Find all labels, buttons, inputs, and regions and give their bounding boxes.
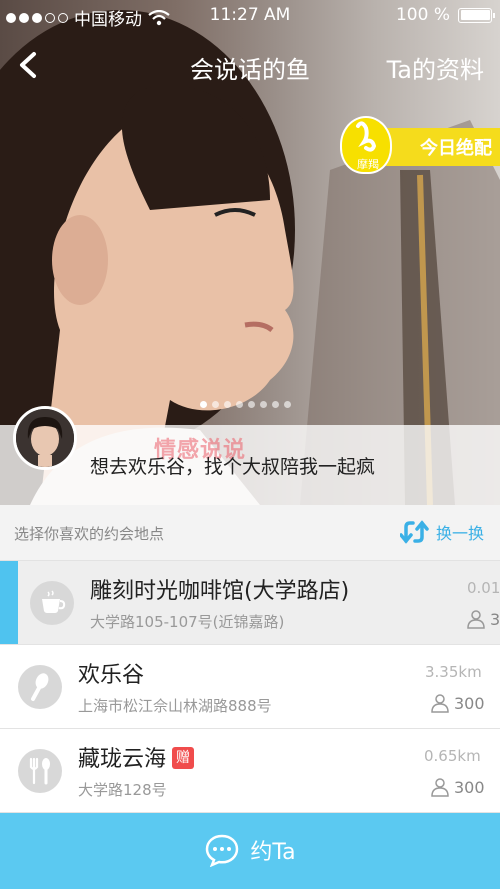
status-caption: 想去欢乐谷，找个大叔陪我一起疯 bbox=[90, 456, 376, 478]
battery-percent: 100 % bbox=[395, 5, 450, 25]
place-name: 藏珑云海赠 bbox=[78, 741, 195, 773]
today-match-label: 今日绝配 bbox=[420, 138, 492, 159]
place-item-cangl-yunhai[interactable]: 藏珑云海赠 大学路128号 0.65km 300 bbox=[0, 729, 500, 813]
zodiac-label: 摩羯 bbox=[357, 158, 379, 171]
refresh-icon bbox=[399, 520, 429, 544]
battery-icon bbox=[458, 7, 495, 23]
place-distance: 3.35km bbox=[425, 663, 482, 681]
date-ta-label: 约Ta bbox=[250, 840, 296, 865]
section-header: 选择你喜欢的约会地点 换一换 bbox=[0, 505, 500, 561]
refresh-button[interactable]: 换一换 bbox=[399, 519, 484, 545]
pager-dot[interactable] bbox=[200, 401, 207, 408]
pager-dot[interactable] bbox=[284, 401, 291, 408]
person-icon bbox=[431, 694, 449, 713]
photo-pager[interactable] bbox=[200, 401, 291, 408]
pager-dot[interactable] bbox=[260, 401, 267, 408]
avatar[interactable] bbox=[13, 406, 77, 470]
profile-link[interactable]: Ta的资料 bbox=[387, 50, 484, 85]
today-match-badge[interactable]: 今日绝配 摩羯 bbox=[338, 116, 500, 176]
pager-dot[interactable] bbox=[272, 401, 279, 408]
place-distance: 0.65km bbox=[424, 747, 481, 765]
pager-dot[interactable] bbox=[248, 401, 255, 408]
refresh-label: 换一换 bbox=[435, 524, 484, 543]
microphone-icon bbox=[18, 665, 62, 709]
chat-bubble-icon bbox=[206, 834, 239, 867]
place-distance: 0.01 bbox=[467, 579, 500, 597]
place-address: 大学路128号 bbox=[78, 781, 167, 799]
coffee-cup-icon bbox=[30, 581, 74, 625]
pager-dot[interactable] bbox=[224, 401, 231, 408]
hero-photo[interactable]: 中国移动 11:27 AM 100 % 会说话的鱼 Ta的资料 今日绝配 摩羯 bbox=[0, 0, 500, 505]
place-count: 3 bbox=[466, 609, 500, 629]
fork-spoon-icon bbox=[18, 749, 62, 793]
place-count: 300 bbox=[430, 693, 485, 713]
date-ta-button[interactable]: 约Ta bbox=[0, 813, 500, 889]
selection-indicator bbox=[0, 561, 18, 644]
person-icon bbox=[467, 610, 485, 629]
pager-dot[interactable] bbox=[236, 401, 243, 408]
person-icon bbox=[431, 778, 449, 797]
place-address: 上海市松江佘山林湖路888号 bbox=[78, 697, 272, 715]
place-name: 欢乐谷 bbox=[78, 663, 145, 688]
place-count: 300 bbox=[430, 777, 485, 797]
navigation-bar: 会说话的鱼 Ta的资料 bbox=[0, 40, 500, 90]
place-address: 大学路105-107号(近锦嘉路) bbox=[90, 613, 285, 631]
place-item-cafe[interactable]: 雕刻时光咖啡馆(大学路店) 大学路105-107号(近锦嘉路) 0.01 3 bbox=[0, 561, 500, 645]
place-item-happy-valley[interactable]: 欢乐谷 上海市松江佘山林湖路888号 3.35km 300 bbox=[0, 645, 500, 729]
pager-dot[interactable] bbox=[212, 401, 219, 408]
gift-badge: 赠 bbox=[172, 747, 195, 769]
capricorn-icon: 摩羯 bbox=[340, 116, 392, 174]
status-bar: 中国移动 11:27 AM 100 % bbox=[0, 0, 500, 30]
section-title: 选择你喜欢的约会地点 bbox=[14, 525, 165, 543]
place-name: 雕刻时光咖啡馆(大学路店) bbox=[90, 579, 350, 604]
